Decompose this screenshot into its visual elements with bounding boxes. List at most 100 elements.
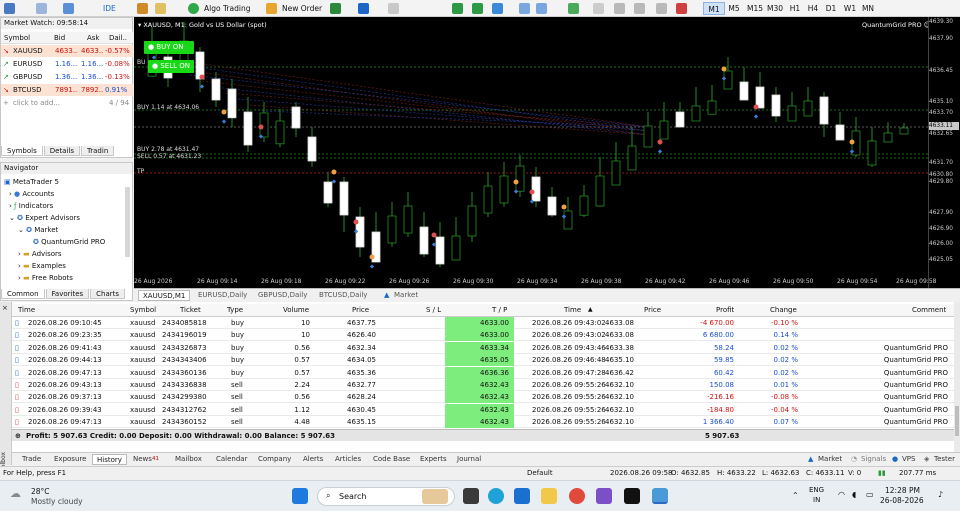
nav-advisors[interactable]: › ▬ Advisors (18, 248, 62, 260)
chart-tab-market[interactable]: Market (394, 290, 418, 301)
line-chart-icon[interactable] (492, 3, 503, 14)
folder-icon[interactable] (155, 3, 166, 14)
timeframe-m15[interactable]: M15 (744, 2, 766, 15)
zoom-out-icon[interactable] (536, 3, 547, 14)
history-row[interactable]: ▯ 2026.08.26 09:37:13 xauusd 2434299380 sell… (12, 391, 954, 404)
col-daily[interactable]: Dail.. (109, 32, 127, 44)
algo-trading-button[interactable]: Algo Trading (202, 2, 252, 15)
tab-alerts[interactable]: Alerts (303, 454, 323, 465)
history-row[interactable]: ▯ 2026.08.26 09:23:35 xauusd 2434196019 buy 1… (12, 329, 954, 342)
tab-exposure[interactable]: Exposure (54, 454, 86, 465)
nav-accounts[interactable]: › ● Accounts (9, 188, 54, 200)
tab-calendar[interactable]: Calendar (216, 454, 247, 465)
grid-icon[interactable] (568, 3, 579, 14)
symbol-row-xauusd[interactable]: ↘ XAUUSD 4633... 4633... -0.57% (1, 45, 133, 57)
symbol-row-btcusd[interactable]: ↘ BTCUSD 7891... 7892... 0.91% (1, 84, 133, 96)
tab-news[interactable]: News (133, 454, 152, 465)
buy-on-button[interactable]: ● BUY ON (144, 41, 194, 54)
tab-details[interactable]: Details (43, 146, 81, 156)
col-type[interactable]: Type (227, 304, 243, 316)
history-row[interactable]: ▯ 2026.08.26 09:43:13 xauusd 2434336838 sell… (12, 379, 954, 391)
history-row[interactable]: ▯ 2026.08.26 09:39:43 xauusd 2434312762 sell… (12, 403, 954, 416)
col-sl[interactable]: S / L (426, 304, 441, 316)
text-tool-icon[interactable] (676, 3, 687, 14)
tab-experts[interactable]: Experts (420, 454, 447, 465)
vertical-line-icon[interactable] (614, 3, 625, 14)
nav-indicators[interactable]: › ƒ Indicators (9, 200, 53, 212)
market-button[interactable]: Market (818, 454, 842, 465)
candlestick-icon[interactable] (472, 3, 483, 14)
chart-tab-eurusd[interactable]: EURUSD,Daily (198, 290, 247, 301)
symbol-row-eurusd[interactable]: ↗ EURUSD 1.16... 1.16... -0.08% (1, 58, 133, 70)
language-region[interactable]: IN (813, 496, 820, 504)
col-close-price[interactable]: Price (644, 304, 661, 316)
tab-code-base[interactable]: Code Base (373, 454, 410, 465)
algo-trading-icon[interactable] (188, 3, 199, 14)
vps-button[interactable]: VPS (902, 454, 915, 465)
weather-text[interactable]: Mostly cloudy (31, 497, 83, 506)
clock-time[interactable]: 12:28 PM (885, 486, 920, 495)
tradingview-icon[interactable] (624, 488, 640, 504)
weather-temp[interactable]: 28°C (31, 487, 50, 496)
chart-tab-btcusd[interactable]: BTCUSD,Daily (319, 290, 367, 301)
col-close-time[interactable]: Time (564, 304, 581, 316)
history-icon[interactable] (137, 3, 148, 14)
col-volume[interactable]: Volume (283, 304, 309, 316)
history-row[interactable]: ▯ 2026.08.26 09:10:45 xauusd 2434085818 buy 1… (12, 317, 954, 329)
tab-favorites[interactable]: Favorites (45, 289, 90, 299)
notification-bell-icon[interactable]: ♪ (938, 490, 943, 499)
col-change[interactable]: Change (770, 304, 797, 316)
tab-mailbox[interactable]: Mailbox (175, 454, 202, 465)
zoom-in-icon[interactable] (519, 3, 530, 14)
tab-trade[interactable]: Trade (22, 454, 41, 465)
wifi-icon[interactable]: ◠ (838, 490, 845, 499)
add-symbol-row[interactable]: + click to add... 4 / 94 (1, 97, 133, 109)
edge-icon[interactable] (488, 488, 504, 504)
nav-examples[interactable]: › ▬ Examples (18, 260, 66, 272)
symbol-row-gbpusd[interactable]: ↗ GBPUSD 1.36... 1.36... -0.13% (1, 71, 133, 83)
tab-company[interactable]: Company (258, 454, 291, 465)
sort-asc-icon[interactable]: ▲ (588, 304, 593, 316)
navigator-scrollbar[interactable] (125, 187, 130, 257)
nav-metatrader[interactable]: ▣ MetaTrader 5 (4, 176, 59, 188)
tester-button[interactable]: Tester (934, 454, 955, 465)
col-time[interactable]: Time (18, 304, 35, 316)
battery-icon[interactable]: ▭ (866, 490, 874, 499)
tab-articles[interactable]: Articles (335, 454, 361, 465)
candlestick-chart[interactable] (134, 17, 928, 288)
crosshair-icon[interactable] (593, 3, 604, 14)
app-icon[interactable] (596, 488, 612, 504)
depth-of-market-icon[interactable] (330, 3, 341, 14)
history-row[interactable]: ▯ 2026.08.26 09:44:13 xauusd 2434343406 buy 0… (12, 354, 954, 367)
signals-icon[interactable] (388, 3, 399, 14)
chrome-icon[interactable] (569, 488, 585, 504)
col-tp[interactable]: T / P (492, 304, 507, 316)
language-code[interactable]: ENG (809, 486, 824, 494)
col-price[interactable]: Price (352, 304, 369, 316)
bar-chart-icon[interactable] (452, 3, 463, 14)
tab-symbols[interactable]: Symbols (1, 146, 43, 156)
horizontal-line-icon[interactable] (634, 3, 645, 14)
sell-on-button[interactable]: ● SELL ON (148, 60, 194, 73)
timeframe-m1[interactable]: M1 (703, 2, 725, 15)
vscode-icon[interactable] (514, 488, 530, 504)
ide-button[interactable]: IDE (101, 2, 118, 15)
navigator-icon[interactable] (63, 3, 74, 14)
profiles-icon[interactable] (36, 3, 47, 14)
trendline-icon[interactable] (656, 3, 667, 14)
chart-tab-gbpusd[interactable]: GBPUSD,Daily (258, 290, 307, 301)
tab-history[interactable]: History (92, 454, 127, 465)
tab-journal[interactable]: Journal (457, 454, 481, 465)
metatrader-taskbar-icon[interactable] (652, 488, 668, 504)
new-chart-icon[interactable] (4, 3, 15, 14)
profile-name[interactable]: Default (527, 469, 553, 477)
tab-common[interactable]: Common (1, 289, 45, 299)
col-symbol[interactable]: Symbol (4, 32, 30, 44)
windows-start-icon[interactable] (292, 488, 308, 504)
new-order-icon[interactable] (266, 3, 277, 14)
timeframe-mn[interactable]: MN (857, 2, 879, 15)
nav-market[interactable]: ⌄ ✪ Market (18, 224, 58, 236)
col-comment[interactable]: Comment (912, 304, 946, 316)
history-row[interactable]: ▯ 2026.08.26 09:41:43 xauusd 2434326873 buy 0… (12, 341, 954, 354)
history-row[interactable]: ▯ 2026.08.26 09:47:13 xauusd 2434360152 sell… (12, 416, 954, 429)
